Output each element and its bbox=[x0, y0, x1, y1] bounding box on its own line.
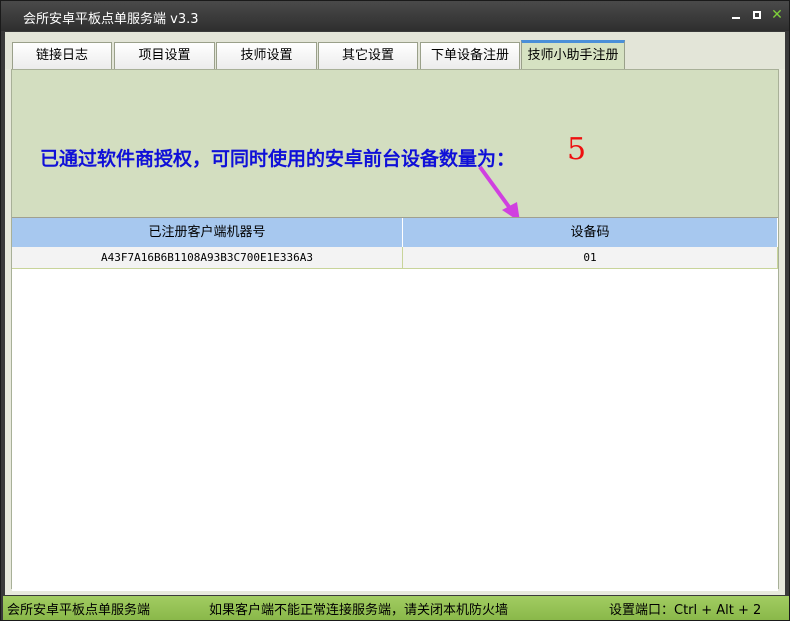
tab-link-log[interactable]: 链接日志 bbox=[12, 42, 112, 69]
tab-technician-settings[interactable]: 技师设置 bbox=[216, 42, 317, 69]
column-header-machine-id[interactable]: 已注册客户端机器号 bbox=[12, 218, 403, 247]
status-bar: 会所安卓平板点单服务端 如果客户端不能正常连接服务端，请关闭本机防火墙 设置端口… bbox=[3, 596, 789, 620]
license-notice: 已通过软件商授权，可同时使用的安卓前台设备数量为： bbox=[40, 148, 516, 170]
pointer-arrow-icon bbox=[478, 165, 520, 222]
close-button[interactable]: ✕ bbox=[769, 7, 785, 23]
cell-device-code[interactable]: 01 bbox=[403, 247, 778, 268]
title-bar[interactable]: 会所安卓平板点单服务端 v3.3 ✕ bbox=[1, 1, 789, 31]
main-area: 链接日志 项目设置 技师设置 其它设置 下单设备注册 技师小助手注册 已通过软件… bbox=[5, 32, 785, 619]
column-header-device-code[interactable]: 设备码 bbox=[403, 218, 778, 247]
close-icon: ✕ bbox=[771, 7, 783, 23]
registered-clients-table[interactable]: 已注册客户端机器号 设备码 A43F7A16B6B1108A93B3C700E1… bbox=[12, 217, 778, 619]
tab-bar: 链接日志 项目设置 技师设置 其它设置 下单设备注册 技师小助手注册 bbox=[5, 32, 785, 70]
cell-machine-id[interactable]: A43F7A16B6B1108A93B3C700E1E336A3 bbox=[12, 247, 403, 268]
window-title: 会所安卓平板点单服务端 v3.3 bbox=[23, 12, 199, 27]
tab-item-settings[interactable]: 项目设置 bbox=[114, 42, 215, 69]
status-app-name: 会所安卓平板点单服务端 bbox=[7, 603, 151, 618]
table-row[interactable]: A43F7A16B6B1108A93B3C700E1E336A3 01 bbox=[12, 247, 778, 269]
maximize-icon bbox=[753, 11, 761, 19]
maximize-button[interactable] bbox=[749, 7, 765, 23]
table-header: 已注册客户端机器号 设备码 bbox=[12, 218, 778, 247]
minimize-icon bbox=[732, 17, 740, 19]
license-count: 5 bbox=[567, 132, 587, 167]
tab-assistant-register[interactable]: 技师小助手注册 bbox=[521, 40, 625, 70]
status-firewall-hint: 如果客户端不能正常连接服务端，请关闭本机防火墙 bbox=[209, 603, 509, 618]
tab-device-register[interactable]: 下单设备注册 bbox=[420, 42, 520, 69]
status-shortcut: 设置端口：Ctrl + Alt + 2 bbox=[609, 603, 762, 618]
app-window: 会所安卓平板点单服务端 v3.3 ✕ 链接日志 项目设置 技师设置 其它设置 下… bbox=[0, 0, 790, 621]
tab-other-settings[interactable]: 其它设置 bbox=[318, 42, 418, 69]
assistant-register-panel: 已通过软件商授权，可同时使用的安卓前台设备数量为： 5 已注册客户端机器号 设备… bbox=[11, 69, 779, 619]
minimize-button[interactable] bbox=[728, 7, 744, 23]
